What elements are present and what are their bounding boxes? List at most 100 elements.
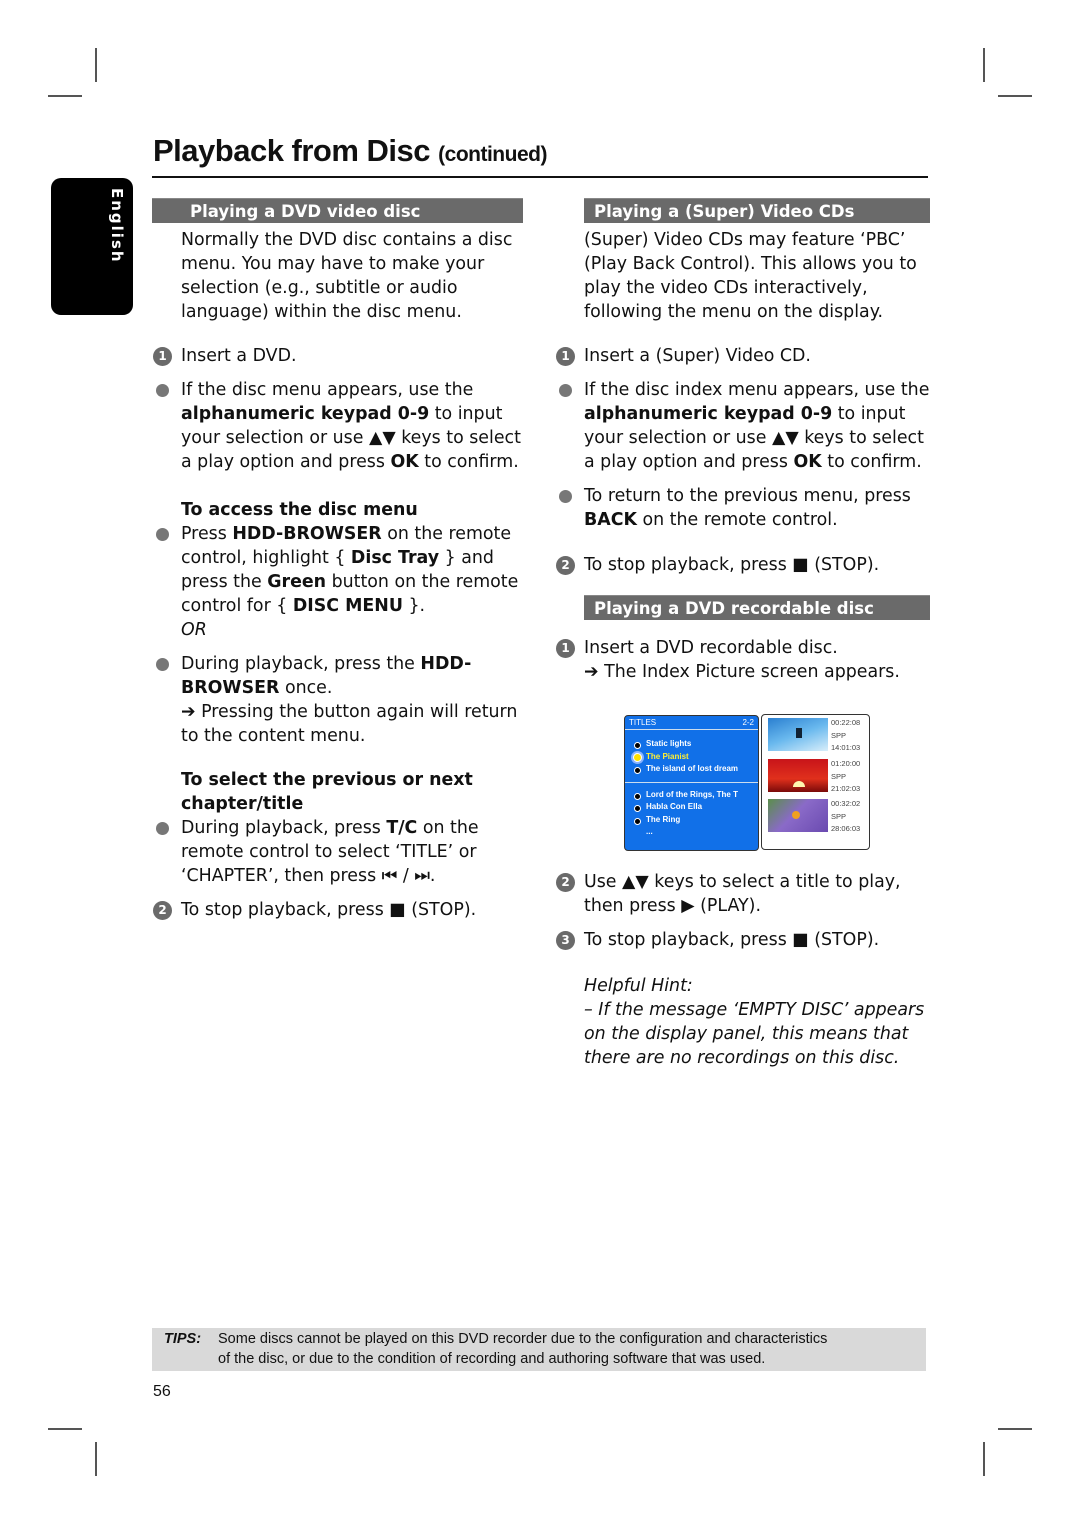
page-title-suffix: (continued) <box>438 143 547 166</box>
bullet-disc-menu: If the disc menu appears, use the alphan… <box>152 378 527 474</box>
text: on the remote control. <box>636 510 838 530</box>
text: }. <box>402 596 426 616</box>
index-titles-menu: TITLES 2-2 Static lights The Pianist The… <box>624 715 759 851</box>
surfer-figure <box>796 728 802 738</box>
title-text: The Ring <box>646 814 681 824</box>
thumbnail-reef[interactable] <box>768 799 828 832</box>
bold-text: BACK <box>584 510 637 530</box>
thumb-meta: 01:20:00 SPP 21:02:03 <box>831 758 860 796</box>
menu-title-item[interactable]: Lord of the Rings, The T <box>625 789 758 802</box>
bold-text: OK <box>793 452 822 472</box>
hint-title: Helpful Hint: <box>584 976 693 996</box>
language-tab-label: English <box>108 188 126 264</box>
bold-text: Disc Tray <box>350 548 440 568</box>
r-step-1-text: Insert a DVD recordable disc. <box>584 638 838 658</box>
step-number-icon: 1 <box>556 639 575 658</box>
crop-mark <box>983 48 985 82</box>
text: to confirm. <box>418 452 519 472</box>
title-text: Lord of the Rings, The T <box>646 789 738 799</box>
cursor-icon <box>633 752 642 762</box>
bullet-icon <box>156 658 169 671</box>
hint-text: – If the message ‘EMPTY DISC’ appears on… <box>584 1000 925 1068</box>
tips-line-2: of the disc, or due to the condition of … <box>218 1351 766 1367</box>
bullet-icon <box>156 384 169 397</box>
result-text: ➔ The Index Picture screen appears. <box>584 662 900 682</box>
result-text: ➔ Pressing the button again will return … <box>181 702 518 746</box>
step-number-icon: 2 <box>153 901 172 920</box>
page-title: Playback from Disc (continued) <box>153 133 547 169</box>
step-number-icon: 1 <box>556 347 575 366</box>
bold-text: HDD-BROWSER <box>232 524 382 544</box>
crop-mark <box>998 1428 1032 1430</box>
menu-page: 2-2 <box>742 718 754 727</box>
step-2: 2 To stop playback, press ■ (STOP). <box>152 898 527 922</box>
subheading-access-disc-menu: To access the disc menu <box>181 500 418 520</box>
right-column: Playing a (Super) Video CDs (Super) Vide… <box>555 198 930 1070</box>
section-header-vcd: Playing a (Super) Video CDs <box>584 198 930 223</box>
menu-title-item[interactable]: Static lights <box>625 738 758 751</box>
tips-label: TIPS: <box>164 1331 202 1347</box>
step-1: 1 Insert a (Super) Video CD. <box>555 344 930 368</box>
text: to confirm. <box>821 452 922 472</box>
bullet-icon <box>156 528 169 541</box>
thumb-duration: 00:32:02 <box>831 799 861 808</box>
text: During playback, press the <box>181 654 421 674</box>
menu-heading: TITLES <box>629 718 657 727</box>
subheading-prev-next: To select the previous or next chapter/t… <box>181 770 473 814</box>
step-1: 1 Insert a DVD. <box>152 344 527 368</box>
step-number-icon: 2 <box>556 873 575 892</box>
language-tab: English <box>51 178 133 315</box>
thumb-date: 21:02:03 <box>831 784 861 793</box>
text: If the disc index menu appears, use the <box>584 380 930 400</box>
step-number-icon: 3 <box>556 931 575 950</box>
bullet-back: To return to the previous menu, press BA… <box>555 484 930 532</box>
r-step-1: 1 Insert a DVD recordable disc. ➔ The In… <box>555 636 930 684</box>
intro-text: (Super) Video CDs may feature ‘PBC’ (Pla… <box>584 230 917 322</box>
left-column: Playing a DVD video disc Normally the DV… <box>152 198 527 922</box>
menu-title-item[interactable]: Habla Con Ella <box>625 801 758 814</box>
thumb-mode: SPP <box>831 811 847 821</box>
thumb-duration: 00:22:08 <box>831 718 861 727</box>
thumbnail-sunset[interactable] <box>768 759 828 792</box>
title-text: Habla Con Ella <box>646 802 703 811</box>
page-number: 56 <box>153 1383 171 1400</box>
section-header-dvd-video: Playing a DVD video disc <box>152 198 523 223</box>
bullet-icon <box>634 817 641 825</box>
thumb-meta: 00:32:02 SPP 28:06:03 <box>831 798 860 836</box>
step-number-icon: 2 <box>556 556 575 575</box>
menu-title-item-selected[interactable]: The Pianist <box>625 751 758 764</box>
thumb-mode: SPP <box>831 730 847 740</box>
text: To return to the previous menu, press <box>584 486 911 506</box>
step-2: 2 To stop playback, press ■ (STOP). <box>555 553 930 577</box>
bullet-icon <box>634 805 641 812</box>
text: During playback, press <box>181 818 387 838</box>
bold-text: T/C <box>386 818 418 838</box>
helpful-hint: Helpful Hint: – If the message ‘EMPTY DI… <box>555 974 930 1070</box>
step-1-text: Insert a DVD. <box>181 346 297 366</box>
bullet-icon <box>634 792 641 800</box>
bullet-icon <box>156 822 169 835</box>
thumbnail-surfer[interactable] <box>768 718 828 751</box>
menu-divider <box>625 781 758 783</box>
step-2-text: To stop playback, press ■ (STOP). <box>584 555 880 575</box>
r-step-2: 2 Use ▲▼ keys to select a title to play,… <box>555 870 930 918</box>
page-title-text: Playback from Disc <box>153 133 431 168</box>
thumb-meta: 00:22:08 SPP 14:01:03 <box>831 717 860 755</box>
menu-title-item[interactable]: The island of lost dream <box>625 763 758 776</box>
crop-mark <box>48 95 82 97</box>
bullet-tc: During playback, press T/C on the remote… <box>152 816 527 888</box>
bold-text: OK <box>390 452 419 472</box>
menu-more: ... <box>625 826 758 839</box>
r-step-3: 3 To stop playback, press ■ (STOP). <box>555 928 930 952</box>
bullet-index-menu: If the disc index menu appears, use the … <box>555 378 930 474</box>
bold-text: alphanumeric keypad 0-9 <box>584 404 833 424</box>
crop-mark <box>48 1428 82 1430</box>
bullet-icon <box>634 742 641 749</box>
bold-text: alphanumeric keypad 0-9 <box>181 404 430 424</box>
crop-mark <box>95 1442 97 1476</box>
title-text: The island of lost dream <box>646 764 739 773</box>
bullet-icon <box>634 767 641 774</box>
menu-title-item[interactable]: The Ring <box>625 814 758 827</box>
thumb-date: 14:01:03 <box>831 743 861 752</box>
r-step-3-text: To stop playback, press ■ (STOP). <box>584 930 880 950</box>
